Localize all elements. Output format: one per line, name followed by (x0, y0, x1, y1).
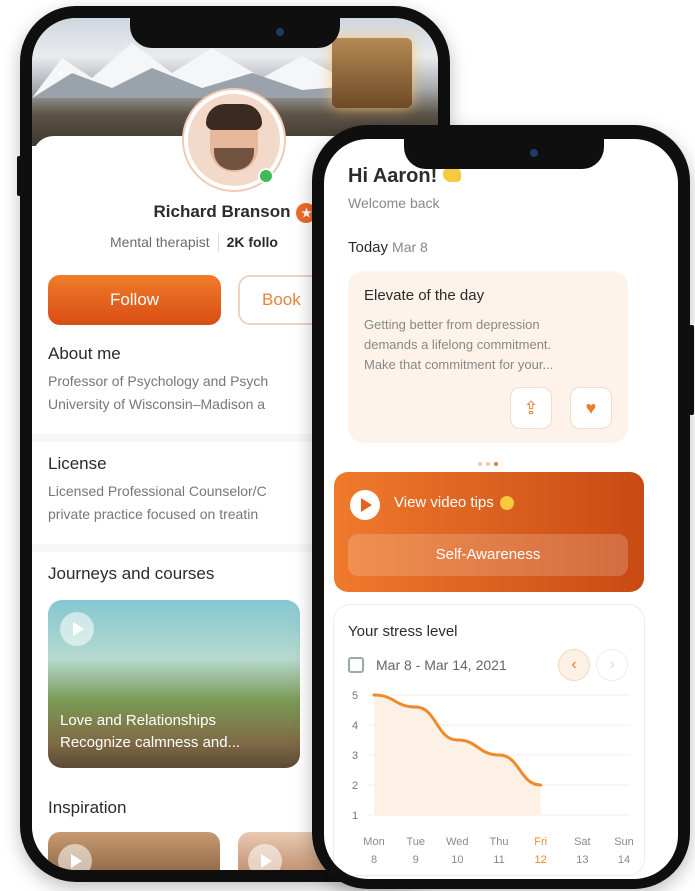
home-screen: Hi Aaron! Welcome back Today Mar 8 Elevat… (324, 139, 678, 879)
about-line: Professor of Psychology and Psych (48, 373, 269, 389)
camera-icon (276, 28, 284, 36)
license-text: Licensed Professional Counselor/C privat… (48, 480, 348, 526)
meta-divider (217, 234, 219, 253)
profile-name-text: Richard Branson (153, 202, 291, 221)
x-tick-date: 13 (576, 854, 588, 866)
profile-followers: 2K follo (226, 234, 278, 250)
about-text: Professor of Psychology and Psych Univer… (48, 370, 348, 416)
today-label: Today (348, 239, 389, 256)
camera-icon (530, 149, 538, 157)
course-line: Recognize calmness and... (60, 734, 241, 751)
carousel-dots (476, 453, 500, 471)
self-awareness-button[interactable]: Self-Awareness (348, 534, 628, 576)
x-tick-date: 8 (371, 854, 377, 866)
license-title: License (48, 454, 107, 473)
today-date: Mar 8 (392, 239, 428, 255)
play-icon[interactable] (60, 612, 94, 646)
elevate-title: Elevate of the day (364, 287, 485, 304)
inspiration-title: Inspiration (48, 798, 127, 817)
welcome-text: Welcome back (348, 195, 440, 211)
x-tick-day: Fri (534, 836, 547, 848)
play-icon[interactable] (58, 844, 92, 870)
x-tick-date: 11 (493, 854, 504, 866)
x-tick-day: Tue (406, 836, 425, 848)
x-tick-day: Wed (446, 836, 468, 848)
video-tips-card[interactable]: View video tips Self-Awareness (334, 472, 644, 592)
license-line: private practice focused on treatin (48, 506, 259, 522)
elevate-text: Getting better from depression demands a… (364, 315, 614, 375)
online-status-icon (258, 168, 274, 184)
avatar-hair (206, 104, 262, 130)
heart-icon[interactable]: ♥ (570, 387, 612, 429)
profile-meta: Mental therapist 2K follo (110, 234, 278, 253)
journeys-title: Journeys and courses (48, 564, 215, 583)
carousel-dot-active[interactable] (494, 462, 498, 466)
inspiration-card[interactable] (48, 832, 220, 870)
smiley-icon (499, 496, 514, 511)
x-tick-day: Sun (614, 836, 634, 848)
phone-notch (404, 139, 604, 169)
x-tick-date: 14 (618, 854, 630, 866)
today-header: Today Mar 8 (348, 239, 428, 256)
arrow-left-icon[interactable]: ← (54, 56, 78, 84)
elevate-line: Getting better from depression (364, 317, 540, 332)
y-tick-label: 1 (352, 810, 358, 822)
phone-notch (130, 18, 340, 48)
chevron-left-icon[interactable]: ‹ (558, 649, 590, 681)
share-icon[interactable]: ⇪ (510, 387, 552, 429)
elevate-line: Make that commitment for your... (364, 357, 554, 372)
course-card[interactable]: Love and Relationships Recognize calmnes… (48, 600, 300, 768)
play-icon[interactable] (350, 490, 380, 520)
x-tick-date: 9 (413, 854, 419, 866)
elevate-line: demands a lifelong commitment. (364, 337, 552, 352)
about-line: University of Wisconsin–Madison a (48, 396, 266, 412)
stress-chart: 12345Mon8Tue9Wed10Thu11Fri12Sat13Sun14 (352, 690, 634, 866)
y-tick-label: 2 (352, 780, 358, 792)
x-tick-date: 12 (535, 854, 547, 866)
about-title: About me (48, 344, 121, 363)
side-button (17, 156, 21, 196)
video-tips-label: View video tips (394, 494, 514, 511)
y-tick-label: 4 (352, 720, 358, 732)
profile-role: Mental therapist (110, 234, 210, 250)
x-tick-day: Sat (574, 836, 591, 848)
video-tips-text: View video tips (394, 494, 494, 511)
elevate-card[interactable]: Elevate of the day Getting better from d… (348, 271, 628, 443)
course-title: Love and Relationships Recognize calmnes… (60, 710, 240, 754)
x-tick-day: Thu (490, 836, 509, 848)
home-phone: Hi Aaron! Welcome back Today Mar 8 Elevat… (312, 125, 694, 889)
calendar-icon[interactable] (348, 657, 364, 673)
stress-title: Your stress level (348, 623, 458, 640)
play-icon[interactable] (248, 844, 282, 870)
stress-range: Mar 8 - Mar 14, 2021 (376, 657, 507, 673)
x-tick-date: 10 (451, 854, 463, 866)
license-line: Licensed Professional Counselor/C (48, 483, 267, 499)
stress-card: Your stress level Mar 8 - Mar 14, 2021 ‹… (334, 605, 644, 875)
course-line: Love and Relationships (60, 712, 216, 729)
cabin-image (332, 38, 412, 108)
follow-button[interactable]: Follow (48, 275, 221, 325)
side-button (689, 325, 694, 415)
chevron-right-icon[interactable]: › (596, 649, 628, 681)
carousel-dot[interactable] (486, 462, 490, 466)
x-tick-day: Mon (363, 836, 384, 848)
carousel-dot[interactable] (478, 462, 482, 466)
y-tick-label: 3 (352, 750, 358, 762)
y-tick-label: 5 (352, 690, 358, 702)
